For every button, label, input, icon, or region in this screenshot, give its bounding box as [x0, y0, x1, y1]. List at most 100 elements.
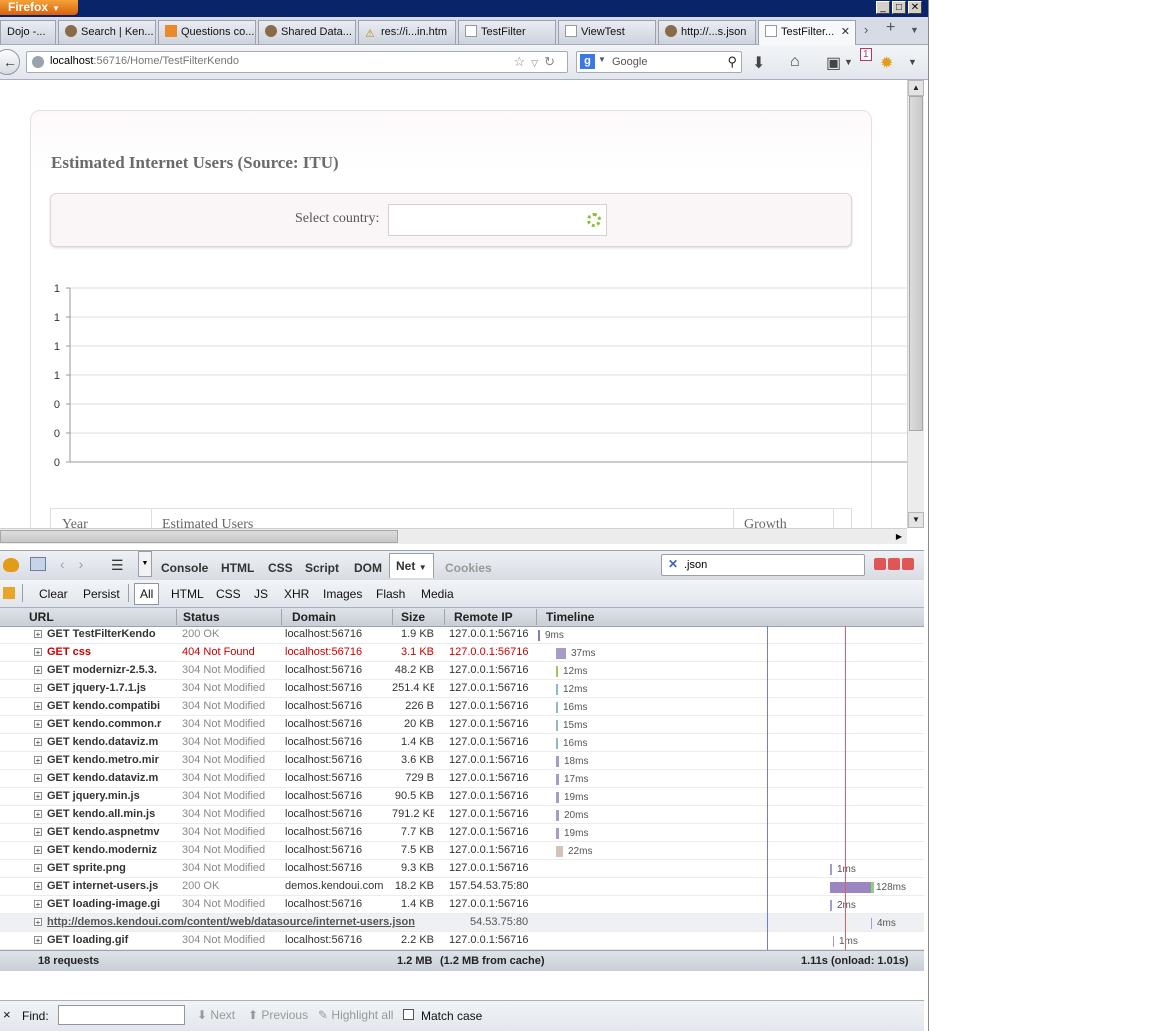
tab-dojo[interactable]: Dojo -... — [0, 20, 56, 44]
expand-row-icon[interactable]: + — [34, 648, 42, 656]
expand-row-icon[interactable]: + — [34, 666, 42, 674]
search-icon[interactable]: ⚲ — [727, 54, 737, 70]
tab-search-kendo[interactable]: Search | Ken... — [58, 20, 156, 44]
close-findbar-icon[interactable]: × — [3, 1007, 11, 1022]
expand-row-icon[interactable]: + — [34, 684, 42, 692]
column-remote-ip[interactable]: Remote IP — [454, 610, 513, 624]
filter-xhr[interactable]: XHR — [284, 587, 309, 601]
home-icon[interactable]: ⌂ — [790, 53, 800, 71]
net-request-row[interactable]: + GET kendo.dataviz.m 304 Not Modified loca… — [0, 770, 924, 788]
panel-tab-html[interactable]: HTML — [221, 561, 254, 575]
panel-tab-script[interactable]: Script — [305, 561, 339, 575]
net-request-row[interactable]: + GET kendo.all.min.js 304 Not Modified loc… — [0, 806, 924, 824]
minimize-icon[interactable]: _ — [876, 1, 890, 14]
close-tab-icon[interactable]: ✕ — [841, 21, 850, 43]
persist-button[interactable]: Persist — [83, 587, 120, 601]
column-status[interactable]: Status — [183, 610, 220, 624]
column-url[interactable]: URL — [29, 610, 54, 624]
net-request-row[interactable]: + GET internet-users.js 200 OK demos.kendou… — [0, 878, 924, 896]
pause-icon[interactable] — [3, 587, 15, 599]
list-tabs-icon[interactable]: ▼ — [910, 25, 919, 35]
net-request-row[interactable]: + GET modernizr-2.5.3. 304 Not Modified loc… — [0, 662, 924, 680]
tab-shared-data[interactable]: Shared Data... — [258, 20, 356, 44]
scroll-thumb[interactable] — [0, 530, 398, 543]
expand-row-icon[interactable]: + — [34, 882, 42, 890]
close-firebug-icon[interactable] — [902, 558, 914, 570]
net-request-row[interactable]: + http://demos.kendoui.com/content/web/da… — [0, 914, 924, 932]
minimize-firebug-icon[interactable] — [874, 558, 886, 570]
prev-arrow-icon[interactable]: ‹ — [60, 556, 79, 572]
expand-row-icon[interactable]: + — [34, 828, 42, 836]
bookmarks-dropdown-icon[interactable]: ▼ — [844, 57, 853, 67]
match-case-label[interactable]: Match case — [421, 1009, 482, 1023]
find-previous-button[interactable]: ⬆ Previous — [248, 1008, 308, 1022]
expand-row-icon[interactable]: + — [34, 936, 42, 944]
filter-js[interactable]: JS — [254, 587, 268, 601]
net-request-row[interactable]: + GET kendo.dataviz.m 304 Not Modified loca… — [0, 734, 924, 752]
expand-row-icon[interactable]: + — [34, 918, 42, 926]
filter-flash[interactable]: Flash — [376, 587, 405, 601]
notification-badge[interactable]: 1 — [860, 48, 872, 61]
panel-tab-cookies[interactable]: Cookies — [445, 561, 492, 575]
column-growth[interactable]: Growth — [744, 517, 787, 528]
expand-row-icon[interactable]: + — [34, 630, 42, 638]
reload-icon[interactable]: ↻ — [544, 54, 561, 69]
panel-tab-net[interactable]: Net ▼ — [389, 553, 434, 578]
expand-row-icon[interactable]: + — [34, 738, 42, 746]
bookmarks-icon[interactable]: ▣ — [826, 53, 841, 73]
firefox-menu-button[interactable]: Firefox ▼ — [0, 0, 78, 15]
scroll-up-icon[interactable]: ▲ — [908, 80, 924, 96]
net-request-row[interactable]: + GET loading-image.gi 304 Not Modified loc… — [0, 896, 924, 914]
net-request-row[interactable]: + GET kendo.aspnetmv 304 Not Modified local… — [0, 824, 924, 842]
net-request-row[interactable]: + GET jquery-1.7.1.js 304 Not Modified loca… — [0, 680, 924, 698]
tab-viewtest[interactable]: ViewTest — [558, 20, 656, 44]
inspect-element-icon[interactable] — [30, 557, 46, 571]
column-estimated-users[interactable]: Estimated Users — [162, 517, 253, 528]
filter-css[interactable]: CSS — [216, 587, 241, 601]
net-request-row[interactable]: + GET TestFilterKendo 200 OK localhost:5671… — [0, 626, 924, 644]
firebug-menu-icon[interactable] — [3, 558, 19, 572]
engine-dropdown-icon[interactable]: ▼ — [598, 55, 606, 64]
clear-button[interactable]: Clear — [39, 587, 68, 601]
scroll-right-icon[interactable]: ▶ — [891, 529, 907, 544]
bookmark-star-icon[interactable]: ☆ — [514, 54, 532, 69]
filter-all[interactable]: All — [134, 583, 160, 605]
net-request-row[interactable]: + GET kendo.moderniz 304 Not Modified local… — [0, 842, 924, 860]
find-input[interactable] — [58, 1005, 185, 1025]
filter-media[interactable]: Media — [421, 587, 454, 601]
page-vertical-scrollbar[interactable]: ▲ ▼ — [907, 80, 924, 528]
panel-tab-console[interactable]: Console — [161, 561, 208, 575]
column-year[interactable]: Year — [62, 517, 88, 528]
panel-menu-icon[interactable]: ☰ — [111, 557, 124, 574]
panel-dropdown-icon[interactable]: ▼ — [138, 551, 152, 577]
request-url-link[interactable]: http://demos.kendoui.com/content/web/dat… — [47, 916, 467, 928]
scroll-down-icon[interactable]: ▼ — [908, 512, 924, 528]
firebug-search-input[interactable]: ✕ .json — [661, 554, 865, 576]
maximize-icon[interactable]: □ — [892, 1, 906, 14]
new-tab-icon[interactable]: + — [886, 19, 895, 37]
firebug-icon[interactable]: ✹ — [880, 53, 893, 73]
expand-row-icon[interactable]: + — [34, 792, 42, 800]
expand-row-icon[interactable]: + — [34, 774, 42, 782]
next-arrow-icon[interactable]: › — [79, 556, 98, 572]
net-request-row[interactable]: + GET sprite.png 304 Not Modified localhost… — [0, 860, 924, 878]
scroll-thumb[interactable] — [909, 96, 923, 431]
filter-html[interactable]: HTML — [171, 587, 204, 601]
net-request-row[interactable]: + GET jquery.min.js 304 Not Modified localh… — [0, 788, 924, 806]
search-bar[interactable]: g ▼ Google ⚲ — [576, 51, 742, 73]
expand-row-icon[interactable]: + — [34, 720, 42, 728]
expand-row-icon[interactable]: + — [34, 900, 42, 908]
expand-row-icon[interactable]: + — [34, 810, 42, 818]
back-arrow-icon[interactable]: ← — [0, 49, 20, 75]
expand-row-icon[interactable]: + — [34, 702, 42, 710]
column-domain[interactable]: Domain — [292, 610, 336, 624]
tab-res[interactable]: ⚠ res://i...in.htm — [358, 20, 456, 44]
firebug-dropdown-icon[interactable]: ▼ — [908, 57, 917, 67]
history-dropdown-icon[interactable]: ▽ — [531, 58, 544, 68]
detach-firebug-icon[interactable] — [888, 558, 900, 570]
net-request-row[interactable]: + GET css 404 Not Found localhost:56716 3.1 … — [0, 644, 924, 662]
tab-testfilter-kendo[interactable]: TestFilter... ✕ — [758, 20, 856, 45]
net-request-row[interactable]: + GET kendo.metro.mir 304 Not Modified loca… — [0, 752, 924, 770]
download-icon[interactable]: ⬇ — [752, 53, 765, 73]
expand-row-icon[interactable]: + — [34, 864, 42, 872]
